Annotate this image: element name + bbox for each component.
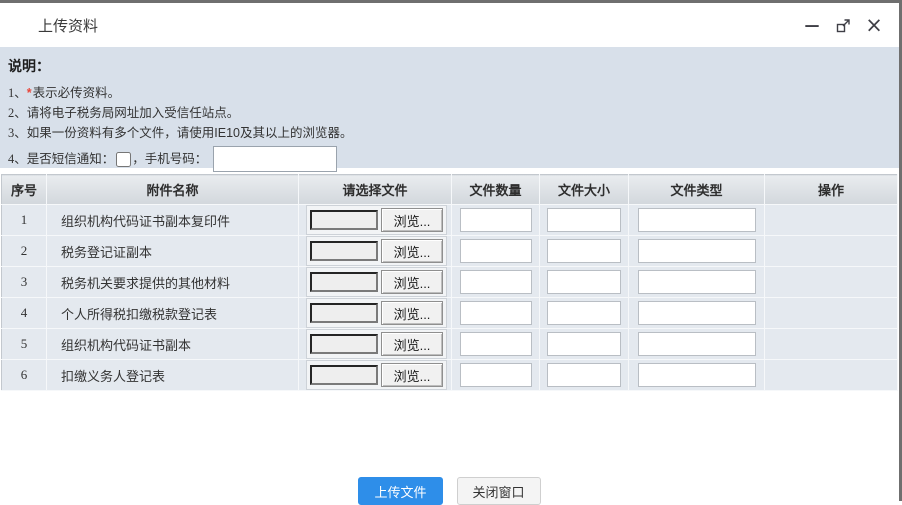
file-count-field[interactable]	[459, 301, 532, 325]
file-size-field[interactable]	[547, 301, 621, 325]
file-path-field[interactable]	[310, 272, 378, 292]
file-path-field[interactable]	[310, 303, 378, 323]
row-number: 5	[1, 328, 47, 360]
titlebar: 上传资料 — ×	[0, 3, 899, 47]
attachment-name: 组织机构代码证书副本	[46, 328, 299, 360]
attachment-name: 扣缴义务人登记表	[46, 359, 299, 391]
attachments-table: 序号 附件名称 请选择文件 文件数量 文件大小 文件类型 操作 1 组织机构代码…	[1, 174, 898, 391]
table-row: 6 扣缴义务人登记表 浏览...	[1, 359, 898, 391]
window-controls: — ×	[801, 14, 885, 36]
comma-separator: ，	[132, 152, 145, 166]
file-type-field[interactable]	[637, 270, 756, 294]
file-path-field[interactable]	[310, 365, 378, 385]
row-number: 3	[1, 266, 47, 298]
instruction-number: 3、	[8, 126, 27, 140]
operation-cell	[764, 266, 898, 298]
file-type-field[interactable]	[637, 239, 756, 263]
close-icon[interactable]: ×	[863, 14, 885, 36]
browse-button[interactable]: 浏览...	[381, 270, 443, 294]
instruction-number: 1、	[8, 86, 27, 100]
instruction-number: 2、	[8, 106, 27, 120]
row-number: 4	[1, 297, 47, 329]
file-size-field[interactable]	[547, 363, 621, 387]
instruction-text: 表示必传资料。	[32, 86, 121, 100]
file-type-field[interactable]	[637, 208, 756, 232]
file-count-field[interactable]	[459, 270, 532, 294]
table-row: 3 税务机关要求提供的其他材料 浏览...	[1, 266, 898, 298]
file-type-field[interactable]	[637, 301, 756, 325]
file-size-field[interactable]	[547, 270, 621, 294]
minimize-icon[interactable]: —	[801, 14, 823, 36]
instruction-number: 4、	[8, 152, 27, 166]
file-input-widget: 浏览...	[306, 329, 447, 359]
sms-notify-checkbox[interactable]	[116, 151, 132, 167]
file-input-widget: 浏览...	[306, 360, 447, 390]
instruction-text: 请将电子税务局网址加入受信任站点。	[26, 106, 240, 120]
row-number: 6	[1, 359, 47, 391]
file-count-field[interactable]	[459, 239, 532, 263]
file-type-field[interactable]	[637, 332, 756, 356]
operation-cell	[764, 204, 898, 236]
file-input-widget: 浏览...	[306, 298, 447, 328]
operation-cell	[764, 297, 898, 329]
browse-button[interactable]: 浏览...	[381, 239, 443, 263]
table-row: 1 组织机构代码证书副本复印件 浏览...	[1, 204, 898, 236]
instruction-line-2: 2、请将电子税务局网址加入受信任站点。	[8, 103, 887, 123]
maximize-icon[interactable]	[832, 14, 854, 36]
instructions-panel: 说明： 1、*表示必传资料。 2、请将电子税务局网址加入受信任站点。 3、如果一…	[0, 47, 899, 172]
phone-number-input[interactable]	[213, 146, 338, 172]
header-seq: 序号	[1, 174, 47, 205]
file-input-widget: 浏览...	[306, 236, 447, 266]
phone-number-label: 手机号码：	[144, 152, 208, 166]
browse-button[interactable]: 浏览...	[381, 208, 443, 232]
dialog-title: 上传资料	[38, 17, 99, 35]
header-file-count: 文件数量	[451, 174, 540, 205]
row-number: 2	[1, 235, 47, 267]
attachment-name: 税务登记证副本	[46, 235, 299, 267]
browse-button[interactable]: 浏览...	[381, 332, 443, 356]
instruction-text: 如果一份资料有多个文件，请使用IE10及其以上的浏览器。	[26, 126, 353, 140]
file-input-widget: 浏览...	[306, 267, 447, 297]
file-count-field[interactable]	[459, 208, 532, 232]
file-input-widget: 浏览...	[306, 205, 447, 235]
attachment-name: 组织机构代码证书副本复印件	[46, 204, 299, 236]
operation-cell	[764, 328, 898, 360]
file-path-field[interactable]	[310, 334, 378, 354]
file-type-field[interactable]	[637, 363, 756, 387]
table-row: 4 个人所得税扣缴税款登记表 浏览...	[1, 297, 898, 329]
instruction-line-3: 3、如果一份资料有多个文件，请使用IE10及其以上的浏览器。	[8, 123, 887, 143]
browse-button[interactable]: 浏览...	[381, 301, 443, 325]
row-number: 1	[1, 204, 47, 236]
upload-dialog-window: 上传资料 — × 说明： 1、*表示必传资料。 2、请将电子税务局网址加入受信任…	[0, 0, 902, 505]
header-file-size: 文件大小	[539, 174, 629, 205]
instructions-heading: 说明：	[8, 58, 50, 74]
file-size-field[interactable]	[547, 239, 621, 263]
file-path-field[interactable]	[310, 241, 378, 261]
table-row: 2 税务登记证副本 浏览...	[1, 235, 898, 267]
header-operation: 操作	[764, 174, 898, 205]
operation-cell	[764, 235, 898, 267]
required-star: *	[26, 86, 32, 100]
file-count-field[interactable]	[459, 332, 532, 356]
table-header-row: 序号 附件名称 请选择文件 文件数量 文件大小 文件类型 操作	[1, 174, 898, 205]
file-size-field[interactable]	[547, 208, 621, 232]
attachment-name: 个人所得税扣缴税款登记表	[46, 297, 299, 329]
file-size-field[interactable]	[547, 332, 621, 356]
header-file-type: 文件类型	[628, 174, 765, 205]
file-count-field[interactable]	[459, 363, 532, 387]
operation-cell	[764, 359, 898, 391]
file-path-field[interactable]	[310, 210, 378, 230]
sms-notify-label: 是否短信通知：	[26, 152, 115, 166]
header-select-file: 请选择文件	[298, 174, 452, 205]
attachment-name: 税务机关要求提供的其他材料	[46, 266, 299, 298]
header-attachment-name: 附件名称	[46, 174, 299, 205]
expand-icon	[836, 18, 850, 32]
instruction-line-1: 1、*表示必传资料。	[8, 83, 887, 103]
browse-button[interactable]: 浏览...	[381, 363, 443, 387]
table-row: 5 组织机构代码证书副本 浏览...	[1, 328, 898, 360]
